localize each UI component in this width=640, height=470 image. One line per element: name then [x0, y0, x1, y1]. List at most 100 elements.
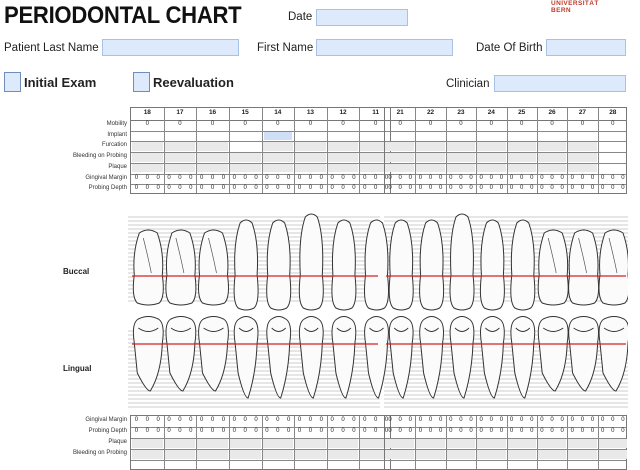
- site-value[interactable]: 0: [405, 417, 415, 423]
- cell-value[interactable]: 0: [164, 121, 197, 127]
- site-value[interactable]: 0: [598, 417, 608, 423]
- site-value[interactable]: 0: [426, 417, 436, 423]
- site-value[interactable]: 0: [486, 417, 496, 423]
- site-value[interactable]: 0: [588, 175, 598, 181]
- site-value[interactable]: 0: [185, 417, 196, 423]
- site-value[interactable]: 0: [262, 175, 273, 181]
- site-value[interactable]: 0: [476, 185, 486, 191]
- site-value[interactable]: 0: [131, 417, 142, 423]
- site-value[interactable]: 0: [272, 185, 283, 191]
- site-value[interactable]: 0: [327, 428, 338, 434]
- reevaluation-checkbox[interactable]: [133, 72, 150, 92]
- site-value[interactable]: 0: [547, 417, 557, 423]
- site-value[interactable]: 0: [262, 417, 273, 423]
- site-value[interactable]: 0: [436, 175, 446, 181]
- cell-value[interactable]: 0: [507, 121, 537, 127]
- site-value[interactable]: 0: [370, 185, 381, 191]
- site-value[interactable]: 0: [338, 428, 349, 434]
- site-value[interactable]: 0: [547, 175, 557, 181]
- site-value[interactable]: 0: [507, 417, 517, 423]
- site-value[interactable]: 0: [370, 175, 381, 181]
- site-value[interactable]: 0: [196, 185, 207, 191]
- site-value[interactable]: 0: [283, 185, 294, 191]
- site-value[interactable]: 0: [476, 428, 486, 434]
- last-name-field[interactable]: [102, 39, 239, 56]
- site-value[interactable]: 0: [338, 185, 349, 191]
- site-value[interactable]: 0: [557, 417, 567, 423]
- site-value[interactable]: 0: [446, 417, 456, 423]
- site-value[interactable]: 0: [359, 417, 370, 423]
- site-value[interactable]: 0: [446, 428, 456, 434]
- site-value[interactable]: 0: [405, 428, 415, 434]
- site-value[interactable]: 0: [218, 175, 229, 181]
- site-value[interactable]: 0: [395, 175, 405, 181]
- site-value[interactable]: 0: [456, 175, 466, 181]
- site-value[interactable]: 0: [547, 428, 557, 434]
- site-value[interactable]: 0: [557, 185, 567, 191]
- cell-value[interactable]: 0: [385, 121, 415, 127]
- site-value[interactable]: 0: [370, 417, 381, 423]
- site-value[interactable]: 0: [517, 417, 527, 423]
- site-value[interactable]: 0: [517, 175, 527, 181]
- site-value[interactable]: 0: [327, 175, 338, 181]
- initial-exam-checkbox[interactable]: [4, 72, 21, 92]
- site-value[interactable]: 0: [608, 417, 618, 423]
- site-value[interactable]: 0: [385, 417, 395, 423]
- site-value[interactable]: 0: [359, 185, 370, 191]
- site-value[interactable]: 0: [294, 185, 305, 191]
- site-value[interactable]: 0: [577, 175, 587, 181]
- site-value[interactable]: 0: [395, 185, 405, 191]
- site-value[interactable]: 0: [547, 185, 557, 191]
- site-value[interactable]: 0: [466, 175, 476, 181]
- site-value[interactable]: 0: [229, 428, 240, 434]
- site-value[interactable]: 0: [466, 185, 476, 191]
- site-value[interactable]: 0: [537, 428, 547, 434]
- site-value[interactable]: 0: [486, 428, 496, 434]
- site-value[interactable]: 0: [305, 175, 316, 181]
- site-value[interactable]: 0: [164, 417, 175, 423]
- site-value[interactable]: 0: [142, 417, 153, 423]
- site-value[interactable]: 0: [175, 175, 186, 181]
- implant-field[interactable]: [263, 131, 293, 141]
- site-value[interactable]: 0: [316, 428, 327, 434]
- site-value[interactable]: 0: [283, 428, 294, 434]
- site-value[interactable]: 0: [496, 185, 506, 191]
- site-value[interactable]: 0: [618, 428, 628, 434]
- site-value[interactable]: 0: [567, 428, 577, 434]
- cell-value[interactable]: 0: [446, 121, 476, 127]
- site-value[interactable]: 0: [207, 175, 218, 181]
- site-value[interactable]: 0: [131, 185, 142, 191]
- site-value[interactable]: 0: [153, 417, 164, 423]
- site-value[interactable]: 0: [142, 185, 153, 191]
- site-value[interactable]: 0: [218, 428, 229, 434]
- cell-value[interactable]: 0: [262, 121, 295, 127]
- site-value[interactable]: 0: [272, 428, 283, 434]
- site-value[interactable]: 0: [207, 185, 218, 191]
- site-value[interactable]: 0: [283, 175, 294, 181]
- site-value[interactable]: 0: [164, 428, 175, 434]
- site-value[interactable]: 0: [415, 428, 425, 434]
- site-value[interactable]: 0: [476, 175, 486, 181]
- site-value[interactable]: 0: [527, 428, 537, 434]
- site-value[interactable]: 0: [196, 417, 207, 423]
- site-value[interactable]: 0: [476, 417, 486, 423]
- site-value[interactable]: 0: [370, 428, 381, 434]
- site-value[interactable]: 0: [272, 417, 283, 423]
- site-value[interactable]: 0: [175, 428, 186, 434]
- site-value[interactable]: 0: [567, 175, 577, 181]
- site-value[interactable]: 0: [294, 428, 305, 434]
- site-value[interactable]: 0: [496, 417, 506, 423]
- site-value[interactable]: 0: [588, 428, 598, 434]
- site-value[interactable]: 0: [466, 428, 476, 434]
- site-value[interactable]: 0: [316, 185, 327, 191]
- site-value[interactable]: 0: [415, 185, 425, 191]
- site-value[interactable]: 0: [598, 428, 608, 434]
- site-value[interactable]: 0: [466, 417, 476, 423]
- site-value[interactable]: 0: [294, 175, 305, 181]
- site-value[interactable]: 0: [175, 185, 186, 191]
- site-value[interactable]: 0: [272, 175, 283, 181]
- site-value[interactable]: 0: [507, 185, 517, 191]
- site-value[interactable]: 0: [185, 428, 196, 434]
- site-value[interactable]: 0: [405, 175, 415, 181]
- site-value[interactable]: 0: [436, 428, 446, 434]
